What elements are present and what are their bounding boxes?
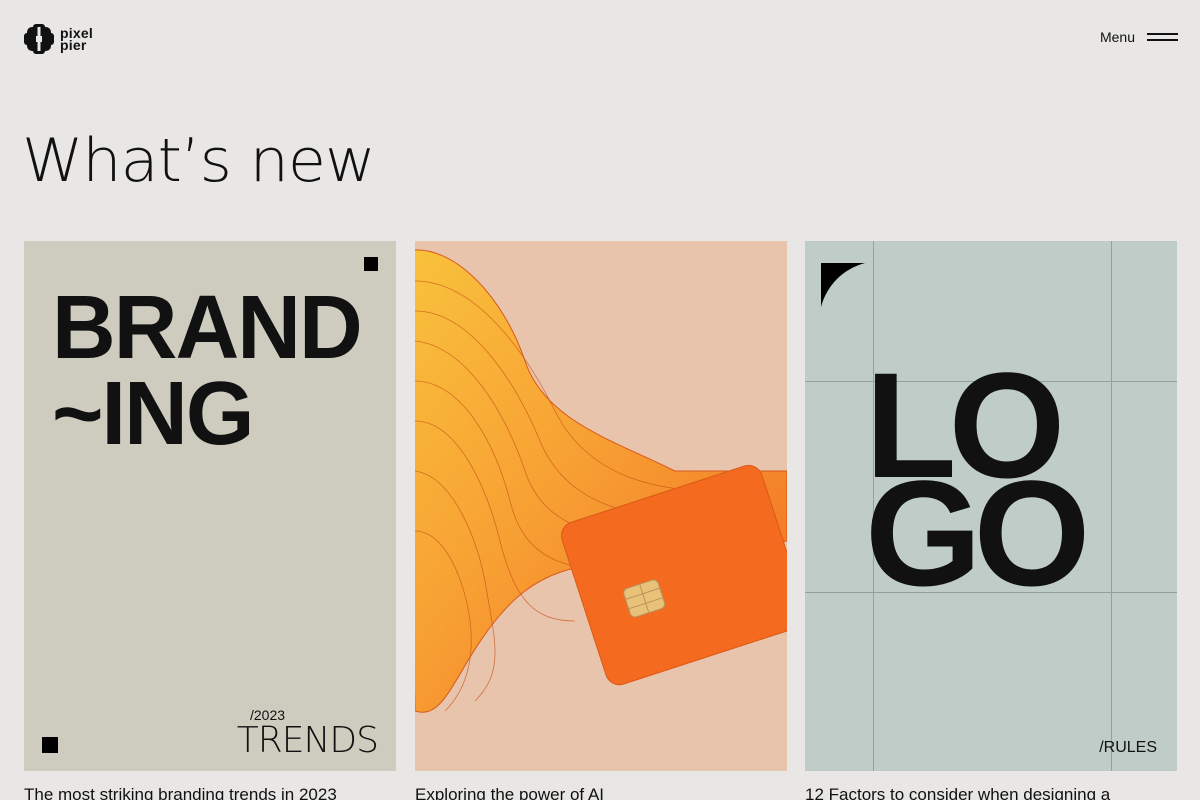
card-art-tag: /RULES <box>1099 739 1157 756</box>
corner-mark-icon <box>821 263 865 307</box>
grid-line <box>1111 241 1112 771</box>
card-caption-branding[interactable]: The most striking branding trends in 202… <box>24 785 396 800</box>
card-art-logo-word: LO GO <box>865 350 1090 617</box>
hamburger-icon <box>1147 31 1178 43</box>
decor-square-icon <box>364 257 378 271</box>
brand-name: pixel pier <box>60 26 93 52</box>
page-title: What’s new <box>22 125 376 196</box>
card-art-line2: GO <box>865 449 1090 617</box>
page: pixel pier Menu What’s new BRAND ~ING /2… <box>0 0 1200 800</box>
brand-logo[interactable]: pixel pier <box>24 24 93 54</box>
card-art-line2: ~ING <box>52 364 254 464</box>
article-card-ai[interactable] <box>415 241 787 771</box>
card-art-line1: BRAND <box>52 278 363 378</box>
credit-card-stack-image <box>415 249 787 713</box>
decor-square-icon <box>42 737 58 753</box>
article-card-logo[interactable]: LO GO /RULES <box>805 241 1177 771</box>
menu-button[interactable]: Menu <box>1100 29 1178 45</box>
pixel-pier-logo-icon <box>24 24 54 54</box>
card-art-headline: BRAND ~ING <box>52 278 363 464</box>
card-caption-logo[interactable]: 12 Factors to consider when designing a <box>805 785 1177 800</box>
card-caption-ai[interactable]: Exploring the power of AI <box>415 785 787 800</box>
menu-label: Menu <box>1099 29 1135 45</box>
article-card-branding[interactable]: BRAND ~ING /2023 TRENDS <box>24 241 396 771</box>
card-art-word: TRENDS <box>236 720 379 761</box>
